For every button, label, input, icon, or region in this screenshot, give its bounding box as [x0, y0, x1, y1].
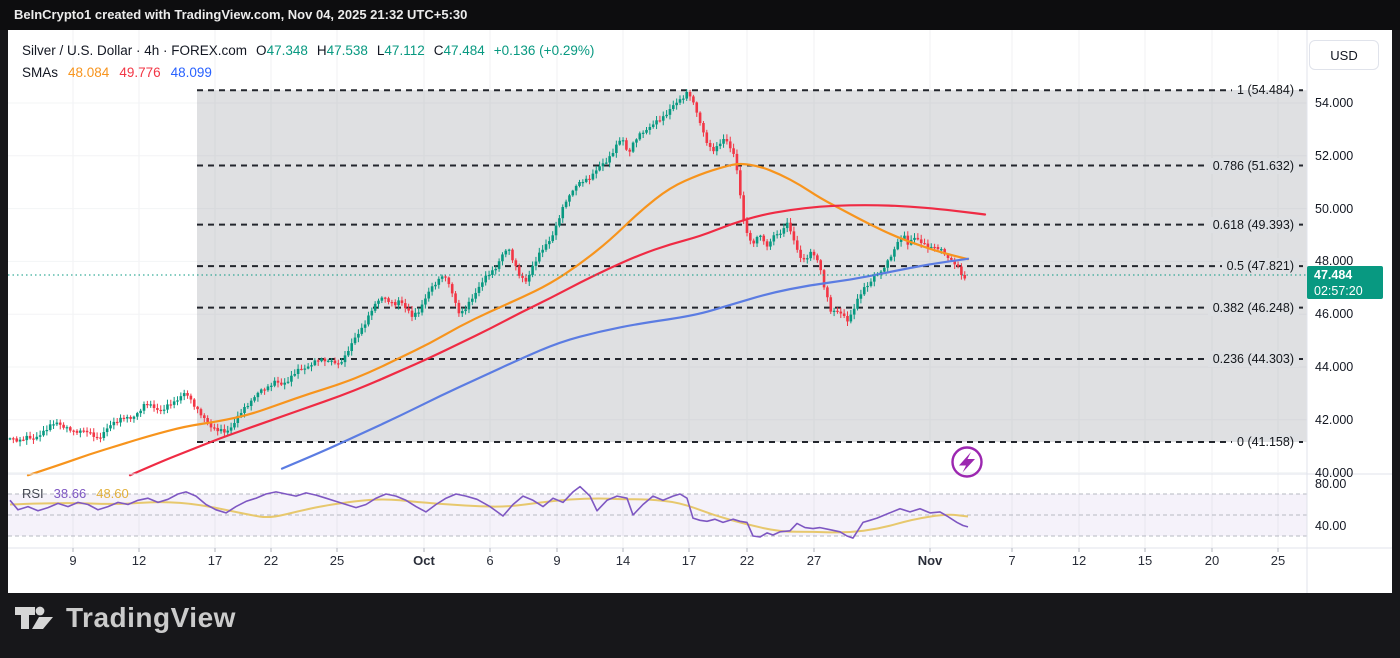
fib-level-label[interactable]: 0.786 (51.632) [1207, 157, 1299, 174]
last-price-badge: 47.484 02:57:20 [1307, 266, 1383, 300]
currency-button[interactable]: USD [1309, 40, 1379, 70]
ohlc-item: L47.112 [377, 43, 425, 58]
bar-countdown: 02:57:20 [1314, 283, 1363, 298]
time-axis-label[interactable]: 15 [1138, 553, 1152, 568]
ohlc-key: O [256, 43, 267, 58]
time-axis-label[interactable]: 27 [807, 553, 821, 568]
time-axis-label[interactable]: 7 [1008, 553, 1015, 568]
time-axis-label[interactable]: 9 [553, 553, 560, 568]
time-axis-label[interactable]: 12 [132, 553, 146, 568]
rsi-legend-label: RSI [22, 486, 44, 501]
sma-legend-label: SMAs [22, 65, 59, 80]
fib-level-label[interactable]: 0.5 (47.821) [1221, 258, 1299, 275]
time-axis-label[interactable]: Oct [413, 553, 435, 568]
tradingview-watermark-text: TradingView [66, 602, 236, 633]
ohlc-values: O47.348 H47.538 L47.112 C47.484 [256, 43, 485, 58]
ohlc-key: H [316, 43, 327, 58]
rsi-value: 38.66 [53, 486, 87, 501]
symbol-title: Silver / U.S. Dollar · 4h · FOREX.com [22, 43, 248, 58]
ohlc-key: C [433, 43, 444, 58]
sma-legend[interactable]: SMAs 48.084 49.776 48.099 [22, 65, 212, 80]
time-axis-label[interactable]: 17 [208, 553, 222, 568]
last-price-value: 47.484 [1314, 268, 1353, 283]
fib-level-label[interactable]: 0 (41.158) [1232, 434, 1299, 451]
symbol-legend[interactable]: Silver / U.S. Dollar · 4h · FOREX.com O4… [22, 43, 594, 58]
price-axis-label[interactable]: 44.000 [1315, 360, 1353, 374]
tradingview-logo-icon [15, 606, 53, 629]
price-axis-label[interactable]: 46.000 [1315, 307, 1353, 321]
tradingview-screenshot: BeInCrypto1 created with TradingView.com… [0, 0, 1400, 658]
ohlc-item: H47.538 [317, 43, 368, 58]
time-axis-label[interactable]: 20 [1205, 553, 1219, 568]
sma-values: 48.084 49.776 48.099 [68, 65, 212, 80]
fib-level-label[interactable]: 0.618 (49.393) [1207, 216, 1299, 233]
time-axis-label[interactable]: 6 [486, 553, 493, 568]
time-axis-label[interactable]: 22 [264, 553, 278, 568]
rsi-legend[interactable]: RSI 38.66 48.60 [22, 486, 129, 501]
time-axis-label[interactable]: 9 [69, 553, 76, 568]
fib-level-label[interactable]: 1 (54.484) [1232, 82, 1299, 99]
rsi-axis-label[interactable]: 40.00 [1315, 519, 1346, 533]
sma-legend-value: 49.776 [119, 65, 161, 80]
fib-level-label[interactable]: 0.382 (46.248) [1207, 299, 1299, 316]
ohlc-value: 47.112 [384, 43, 425, 58]
rsi-ma-value: 48.60 [96, 486, 129, 501]
sma-legend-value: 48.084 [68, 65, 110, 80]
time-axis-label[interactable]: 25 [1271, 553, 1285, 568]
time-axis-label[interactable]: 14 [616, 553, 630, 568]
time-axis-label[interactable]: 22 [740, 553, 754, 568]
change-value: +0.136 (+0.29%) [493, 43, 595, 58]
fib-level-label[interactable]: 0.236 (44.303) [1207, 351, 1299, 367]
price-axis-label[interactable]: 50.000 [1315, 202, 1353, 216]
price-axis-label[interactable]: 54.000 [1315, 96, 1353, 110]
time-axis-label[interactable]: 17 [682, 553, 696, 568]
price-axis-label[interactable]: 42.000 [1315, 413, 1353, 427]
price-axis-label[interactable]: 52.000 [1315, 149, 1353, 163]
ohlc-item: O47.348 [256, 43, 308, 58]
ohlc-value: 47.348 [266, 43, 308, 58]
time-axis-label[interactable]: 25 [330, 553, 344, 568]
ohlc-item: C47.484 [434, 43, 485, 58]
ohlc-value: 47.484 [443, 43, 485, 58]
currency-button-label: USD [1330, 47, 1358, 63]
sma-legend-value: 48.099 [170, 65, 212, 80]
rsi-axis-label[interactable]: 80.00 [1315, 477, 1346, 491]
ohlc-value: 47.538 [326, 43, 368, 58]
tradingview-watermark: TradingView [14, 601, 236, 635]
time-axis-label[interactable]: 12 [1072, 553, 1086, 568]
time-axis-label[interactable]: Nov [918, 553, 943, 568]
